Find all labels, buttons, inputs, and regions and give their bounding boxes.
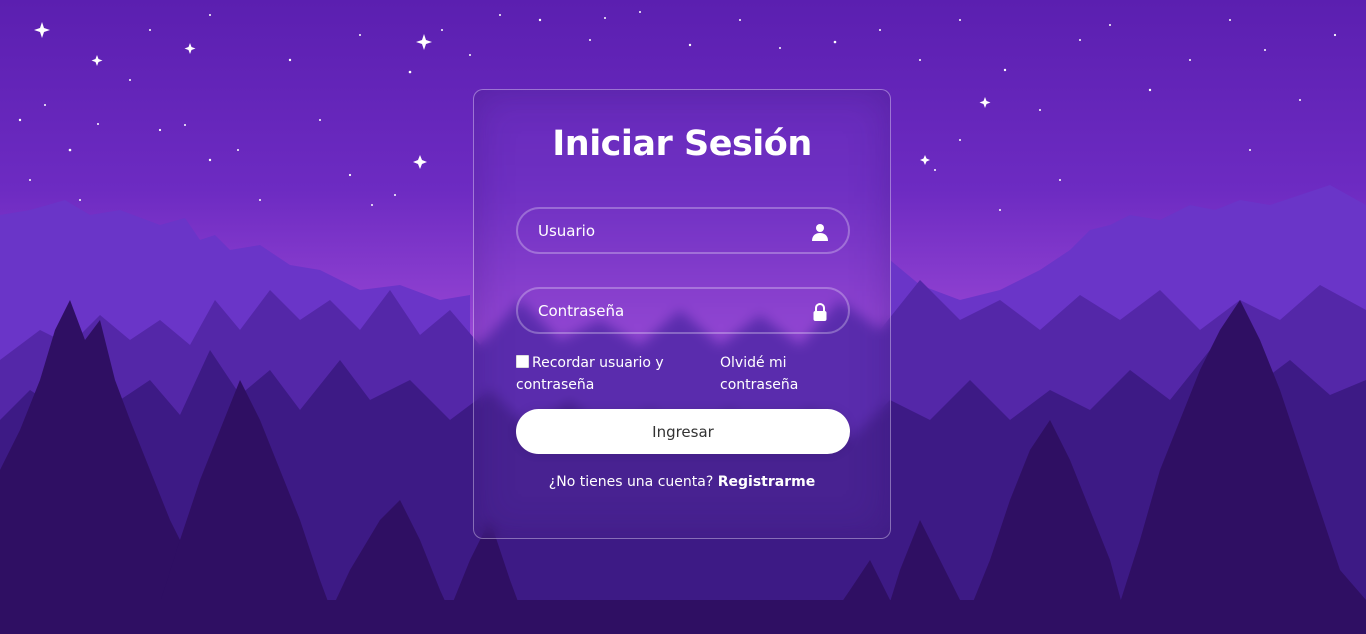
username-input[interactable] — [518, 209, 848, 252]
username-field[interactable] — [516, 207, 850, 254]
remember-checkbox[interactable] — [516, 355, 529, 368]
remember-label: Recordar usuario y contraseña — [516, 355, 664, 393]
user-icon — [812, 224, 828, 241]
forgot-password-link[interactable]: Olvidé mi contraseña — [720, 352, 830, 396]
register-prompt: ¿No tienes una cuenta? Registrarme — [474, 474, 890, 490]
page-title: Iniciar Sesión — [552, 124, 812, 164]
register-prompt-text: ¿No tienes una cuenta? — [548, 474, 714, 490]
login-page: Iniciar Sesión Recordar usuario y contra… — [0, 0, 1366, 634]
register-link[interactable]: Registrarme — [718, 474, 815, 490]
password-input[interactable] — [518, 289, 848, 332]
submit-button[interactable]: Ingresar — [516, 409, 850, 454]
remember-me[interactable]: Recordar usuario y contraseña — [516, 352, 696, 396]
login-card: Iniciar Sesión Recordar usuario y contra… — [473, 89, 891, 539]
lock-icon — [813, 303, 827, 321]
password-field[interactable] — [516, 287, 850, 334]
